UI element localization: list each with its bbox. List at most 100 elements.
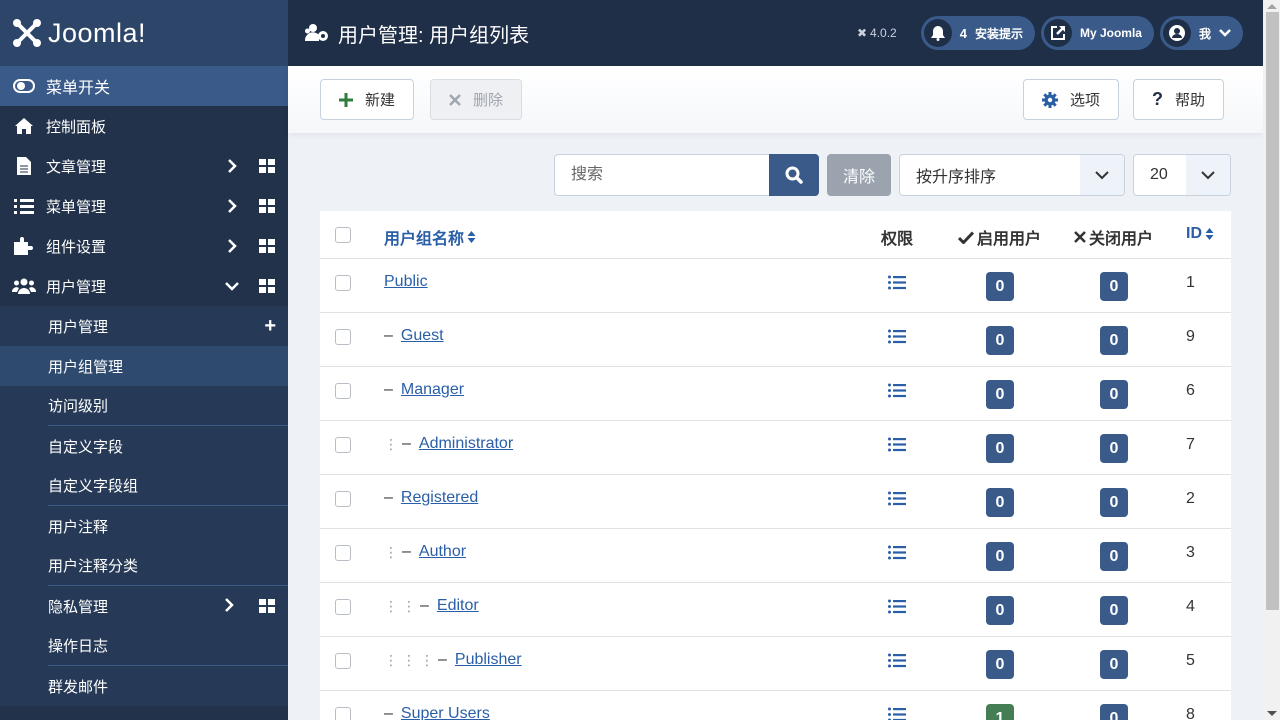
enabled-users-badge[interactable]: 1 (986, 704, 1014, 720)
sidebar-item-components[interactable]: 组件设置 (0, 226, 288, 266)
times-icon (1074, 231, 1086, 243)
enabled-users-badge[interactable]: 0 (986, 542, 1014, 571)
disabled-users-badge[interactable]: 0 (1100, 488, 1128, 517)
group-name-link[interactable]: Manager (401, 381, 464, 399)
permissions-list-icon[interactable] (888, 545, 906, 565)
submenu-item-mass-mail[interactable]: 群发邮件 (0, 666, 288, 706)
permissions-list-icon[interactable] (888, 383, 906, 403)
limit-select[interactable]: 20 (1133, 154, 1231, 196)
help-button[interactable]: ? 帮助 (1133, 79, 1225, 120)
dashboard-icon[interactable] (259, 199, 275, 213)
dashboard-icon[interactable] (259, 239, 275, 253)
page-scrollbar[interactable] (1263, 0, 1280, 720)
disabled-users-badge[interactable]: 0 (1100, 596, 1128, 625)
bell-icon (923, 19, 952, 47)
submenu-item-fields[interactable]: 自定义字段 (0, 426, 288, 466)
chevron-down-icon[interactable] (224, 278, 240, 294)
scroll-thumb[interactable] (1266, 12, 1279, 610)
search-input[interactable] (554, 154, 770, 196)
group-id: 1 (1186, 274, 1195, 291)
enabled-users-badge[interactable]: 0 (986, 650, 1014, 679)
group-name-cell: – Registered (384, 489, 478, 507)
home-icon (12, 117, 36, 135)
user-menu-button[interactable]: 我 (1159, 16, 1243, 50)
joomla-logo[interactable]: Joomla! (0, 0, 288, 66)
row-checkbox[interactable] (335, 707, 351, 720)
dashboard-icon[interactable] (259, 279, 275, 293)
group-name-link[interactable]: Registered (401, 489, 478, 507)
plus-icon[interactable]: + (264, 316, 276, 336)
submenu-item-action-logs[interactable]: 操作日志 (48, 626, 288, 666)
group-name-link[interactable]: Author (419, 543, 466, 561)
options-button[interactable]: 选项 (1023, 79, 1120, 120)
row-checkbox[interactable] (335, 383, 351, 399)
chevron-right-icon[interactable] (224, 598, 234, 616)
group-name-link[interactable]: Editor (437, 597, 479, 615)
row-checkbox[interactable] (335, 599, 351, 615)
select-all-checkbox[interactable] (335, 227, 351, 243)
permissions-list-icon[interactable] (888, 599, 906, 619)
menu-toggle-label: 菜单开关 (46, 80, 111, 97)
dashboard-icon[interactable] (259, 599, 275, 613)
submenu-item-notes[interactable]: 用户注释 (0, 506, 288, 546)
enabled-users-badge[interactable]: 0 (986, 434, 1014, 463)
submenu-item-groups[interactable]: 用户组管理 (0, 346, 288, 386)
submenu-item-note-categories[interactable]: 用户注释分类 (48, 546, 288, 586)
submenu-item-privacy[interactable]: 隐私管理 (0, 586, 288, 626)
sidebar-item-control-panel[interactable]: 控制面板 (0, 106, 288, 146)
chevron-right-icon[interactable] (224, 238, 240, 254)
my-joomla-button[interactable]: My Joomla (1040, 16, 1154, 50)
delete-button[interactable]: 删除 (430, 79, 523, 120)
menu-toggle[interactable]: 菜单开关 (0, 66, 288, 106)
disabled-users-badge[interactable]: 0 (1100, 542, 1128, 571)
clear-button[interactable]: 清除 (827, 154, 891, 196)
permissions-list-icon[interactable] (888, 653, 906, 673)
row-checkbox[interactable] (335, 329, 351, 345)
row-checkbox[interactable] (335, 275, 351, 291)
permissions-list-icon[interactable] (888, 491, 906, 511)
sidebar-item-users[interactable]: 用户管理 (0, 266, 288, 306)
submenu-item-users[interactable]: 用户管理 + (0, 306, 288, 346)
chevron-right-icon[interactable] (224, 158, 240, 174)
row-checkbox[interactable] (335, 491, 351, 507)
enabled-users-badge[interactable]: 0 (986, 326, 1014, 355)
group-name-cell: Public (384, 273, 428, 291)
permissions-list-icon[interactable] (888, 275, 906, 295)
enabled-users-badge[interactable]: 0 (986, 380, 1014, 409)
id-column-header[interactable]: ID (1186, 225, 1214, 243)
enabled-users-badge[interactable]: 0 (986, 272, 1014, 301)
permissions-list-icon[interactable] (888, 707, 906, 720)
submenu-item-field-groups[interactable]: 自定义字段组 (48, 466, 288, 506)
disabled-users-badge[interactable]: 0 (1100, 380, 1128, 409)
group-name-link[interactable]: Super Users (401, 705, 490, 720)
disabled-users-badge[interactable]: 0 (1100, 650, 1128, 679)
permissions-list-icon[interactable] (888, 437, 906, 457)
scroll-down-arrow[interactable] (1267, 711, 1277, 716)
chevron-right-icon[interactable] (224, 198, 240, 214)
row-checkbox[interactable] (335, 653, 351, 669)
scroll-up-arrow[interactable] (1267, 4, 1277, 9)
sidebar-item-menus[interactable]: 菜单管理 (0, 186, 288, 226)
submenu-item-access-levels[interactable]: 访问级别 (48, 386, 288, 426)
new-button[interactable]: 新建 (320, 79, 415, 120)
disabled-users-badge[interactable]: 0 (1100, 704, 1128, 720)
name-column-header[interactable]: 用户组名称 (384, 225, 476, 249)
row-checkbox[interactable] (335, 437, 351, 453)
sidebar-item-articles[interactable]: 文章管理 (0, 146, 288, 186)
permissions-list-icon[interactable] (888, 329, 906, 349)
notifications-button[interactable]: 4 安装提示 (920, 16, 1035, 50)
search-button[interactable] (769, 154, 819, 196)
dashboard-icon[interactable] (259, 159, 275, 173)
sort-select[interactable]: 按升序排序 (899, 154, 1125, 196)
enabled-users-badge[interactable]: 0 (986, 488, 1014, 517)
enabled-users-badge[interactable]: 0 (986, 596, 1014, 625)
disabled-users-badge[interactable]: 0 (1100, 272, 1128, 301)
disabled-users-badge[interactable]: 0 (1100, 434, 1128, 463)
group-name-link[interactable]: Guest (401, 327, 444, 345)
group-name-link[interactable]: Publisher (455, 651, 522, 669)
group-name-link[interactable]: Administrator (419, 435, 513, 453)
group-name-link[interactable]: Public (384, 273, 428, 291)
tree-indent-icon: ⋮ (420, 651, 434, 668)
row-checkbox[interactable] (335, 545, 351, 561)
disabled-users-badge[interactable]: 0 (1100, 326, 1128, 355)
